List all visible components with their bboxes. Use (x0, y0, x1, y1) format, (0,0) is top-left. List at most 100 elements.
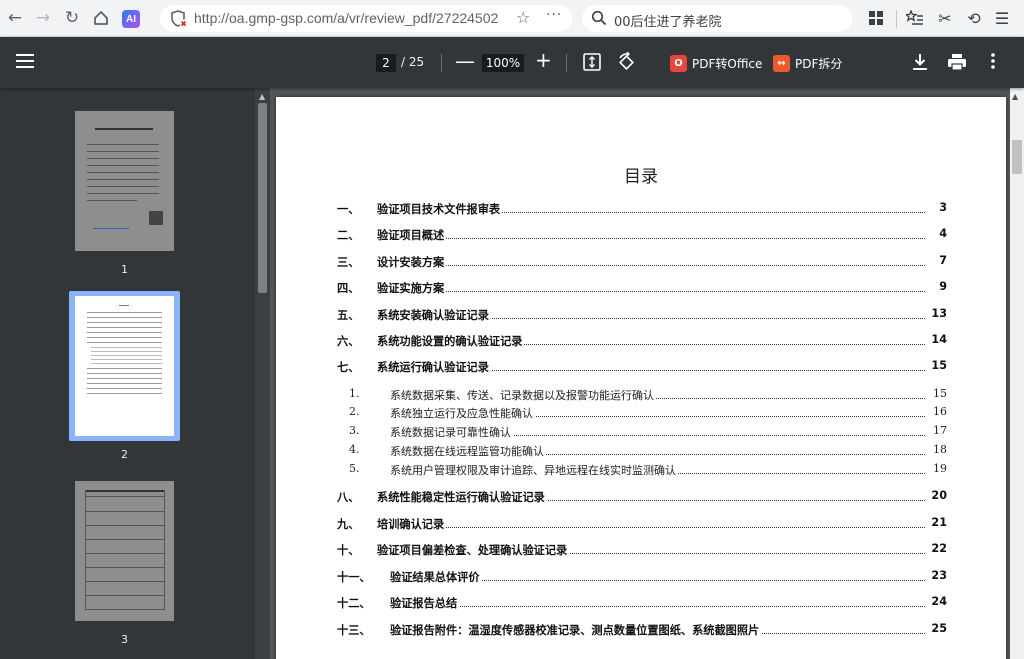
toc-page-number: 19 (931, 462, 947, 475)
toc-row[interactable]: 1. 系统数据采集、传送、记录数据以及报警功能运行确认 15 (337, 387, 947, 405)
toc-row[interactable]: 一、 验证项目技术文件报审表 3 (337, 201, 947, 219)
zoom-in-button[interactable]: + (535, 50, 552, 70)
toc-title: 系统用户管理权限及审计追踪、异地远程在线实时监测确认 (390, 462, 678, 478)
toc-number: 二、 (337, 229, 360, 242)
split-icon: ↔ (773, 54, 790, 72)
toc-number: 4. (349, 443, 360, 456)
toc-row[interactable]: 五、 系统安装确认验证记录 13 (337, 307, 947, 325)
toc-title: 系统性能稳定性运行确认验证记录 (377, 489, 547, 505)
thumbnail-image (75, 296, 174, 436)
toolbar-divider (896, 10, 897, 28)
toc-leader-dots (377, 265, 925, 266)
toc-title: 培训确认记录 (377, 516, 447, 532)
toc-row[interactable]: 2. 系统独立运行及应急性能确认 16 (337, 405, 947, 423)
hamburger-menu-icon[interactable] (16, 54, 34, 68)
zoom-out-button[interactable]: — (455, 51, 475, 71)
browser-menu-icon[interactable]: ☰ (990, 6, 1014, 30)
search-box[interactable]: 00后住进了养老院 (582, 5, 852, 32)
toc-row[interactable]: 六、 系统功能设置的确认验证记录 14 (337, 333, 947, 351)
toc-row[interactable]: 十三、 验证报告附件：温湿度传感器校准记录、测点数量位置图纸、系统截图照片 25 (337, 622, 947, 640)
page-more-icon[interactable]: ··· (546, 7, 562, 23)
thumbnail-page-2[interactable]: 2 (75, 296, 174, 461)
toc-title: 验证报告附件：温湿度传感器校准记录、测点数量位置图纸、系统截图照片 (390, 622, 762, 638)
more-options-icon[interactable] (986, 51, 1000, 71)
toc-row[interactable]: 十、 验证项目偏差检查、处理确认验证记录 22 (337, 542, 947, 560)
toc-row[interactable]: 3. 系统数据记录可靠性确认 17 (337, 424, 947, 442)
bookmark-star-icon[interactable]: ☆ (516, 8, 530, 27)
address-bar[interactable]: http://oa.gmp-gsp.com/a/vr/review_pdf/27… (160, 5, 572, 32)
toc-page-number: 14 (929, 333, 947, 346)
scissors-icon[interactable]: ✂ (933, 6, 957, 30)
apps-grid-icon[interactable] (864, 6, 888, 30)
toc-title: 系统功能设置的确认验证记录 (377, 333, 525, 349)
download-icon[interactable] (911, 53, 929, 71)
undo-icon[interactable]: ⟲ (962, 6, 986, 30)
page-total: / 25 (401, 55, 425, 69)
toc-row[interactable]: 七、 系统运行确认验证记录 15 (337, 359, 947, 377)
toc-row[interactable]: 5. 系统用户管理权限及审计追踪、异地远程在线实时监测确认 19 (337, 462, 947, 480)
thumbnail-image (75, 481, 174, 621)
pdf-to-office-button[interactable]: O PDF转Office (670, 53, 762, 73)
pdf-split-button[interactable]: ↔ PDF拆分 (773, 53, 842, 73)
toc-row[interactable]: 十二、 验证报告总结 24 (337, 595, 947, 613)
thumbnail-page-1[interactable]: 1 (75, 111, 174, 276)
toc-title: 验证项目偏差检查、处理确认验证记录 (377, 542, 570, 558)
office-icon: O (670, 54, 687, 72)
toc-row[interactable]: 四、 验证实施方案 9 (337, 280, 947, 298)
sidebar-scrollbar-thumb[interactable] (258, 103, 267, 293)
thumbnail-label: 2 (121, 448, 128, 461)
search-icon (591, 10, 607, 26)
back-icon[interactable]: ← (3, 6, 27, 30)
thumbnail-label: 3 (121, 633, 128, 646)
toolbar-divider (441, 54, 442, 72)
toc-number: 1. (349, 387, 360, 400)
url-text[interactable]: http://oa.gmp-gsp.com/a/vr/review_pdf/27… (194, 10, 512, 26)
toc-row[interactable]: 三、 设计安装方案 7 (337, 254, 947, 272)
home-icon[interactable] (89, 6, 113, 30)
toc-number: 5. (349, 462, 360, 475)
print-icon[interactable] (947, 53, 967, 71)
thumbnail-label: 1 (121, 263, 128, 276)
reload-icon[interactable]: ↻ (60, 6, 84, 30)
toc-number: 四、 (337, 282, 360, 295)
toc-row[interactable]: 二、 验证项目概述 4 (337, 227, 947, 245)
scroll-up-arrow-icon[interactable]: ▲ (1012, 92, 1018, 101)
page-number-input[interactable]: 2 (376, 54, 396, 72)
scroll-up-arrow-icon[interactable]: ▲ (259, 92, 265, 101)
toc-number: 2. (349, 405, 360, 418)
toc-leader-dots (377, 291, 925, 292)
toc-row[interactable]: 十一、 验证结果总体评价 23 (337, 569, 947, 587)
toolbar-divider (566, 54, 567, 72)
toc-page-number: 17 (931, 424, 947, 437)
security-shield-icon[interactable] (169, 9, 189, 29)
toc-row[interactable]: 4. 系统数据在线远程监管功能确认 18 (337, 443, 947, 461)
toc-number: 六、 (337, 335, 360, 348)
rotate-icon[interactable] (616, 52, 636, 72)
pdf-toolbar: 2 / 25 — 100% + O PDF转Office ↔ PDF拆分 (0, 37, 1024, 88)
toc-row[interactable]: 八、 系统性能稳定性运行确认验证记录 20 (337, 489, 947, 507)
browser-toolbar: ← → ↻ AI http://oa.gmp-gsp.com/a/vr/revi… (0, 0, 1024, 37)
toc-leader-dots (377, 238, 925, 239)
toc-page-number: 13 (929, 307, 947, 320)
ai-assistant-icon[interactable]: AI (122, 10, 140, 28)
favorites-list-icon[interactable] (903, 6, 927, 30)
thumbnail-image (75, 111, 174, 251)
forward-icon[interactable]: → (31, 6, 55, 30)
document-scrollbar-thumb[interactable] (1012, 140, 1022, 174)
toc-number: 十一、 (337, 571, 371, 584)
search-input[interactable]: 00后住进了养老院 (614, 11, 722, 30)
toc-number: 一、 (337, 203, 360, 216)
toc-page-number: 18 (931, 443, 947, 456)
thumbnail-page-3[interactable]: 3 (75, 481, 174, 646)
toc-number: 八、 (337, 491, 360, 504)
toc-row[interactable]: 九、 培训确认记录 21 (337, 516, 947, 534)
zoom-level-input[interactable]: 100% (482, 54, 524, 72)
page-title: 目录 (624, 167, 658, 187)
qr-code-image (149, 211, 163, 225)
toc-number: 三、 (337, 256, 360, 269)
fit-to-page-icon[interactable] (583, 53, 601, 71)
toc-page-number: 4 (937, 227, 947, 240)
toc-number: 十、 (337, 544, 360, 557)
toc-title: 系统运行确认验证记录 (377, 359, 491, 375)
toc-page-number: 20 (929, 489, 947, 502)
